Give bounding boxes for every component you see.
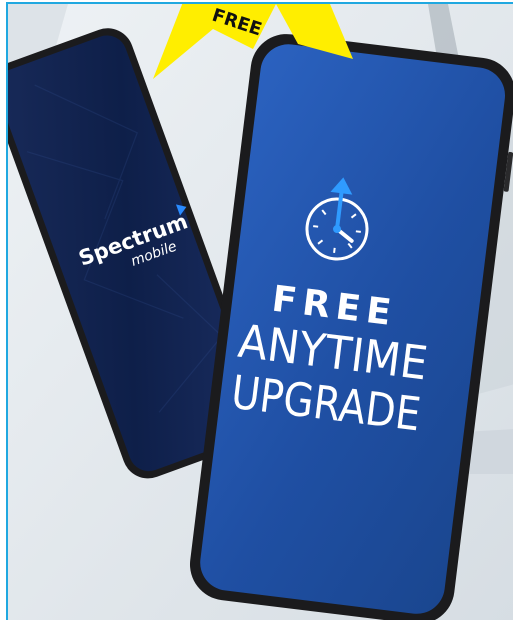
ad-image: Spectrum mobile FREE ANYTIME UPGRADE FRE… bbox=[0, 0, 518, 629]
image-frame: Spectrum mobile FREE ANYTIME UPGRADE FRE… bbox=[6, 2, 513, 622]
bottom-strip bbox=[0, 620, 518, 629]
promo-illustration: Spectrum mobile FREE ANYTIME UPGRADE FRE… bbox=[8, 4, 513, 622]
